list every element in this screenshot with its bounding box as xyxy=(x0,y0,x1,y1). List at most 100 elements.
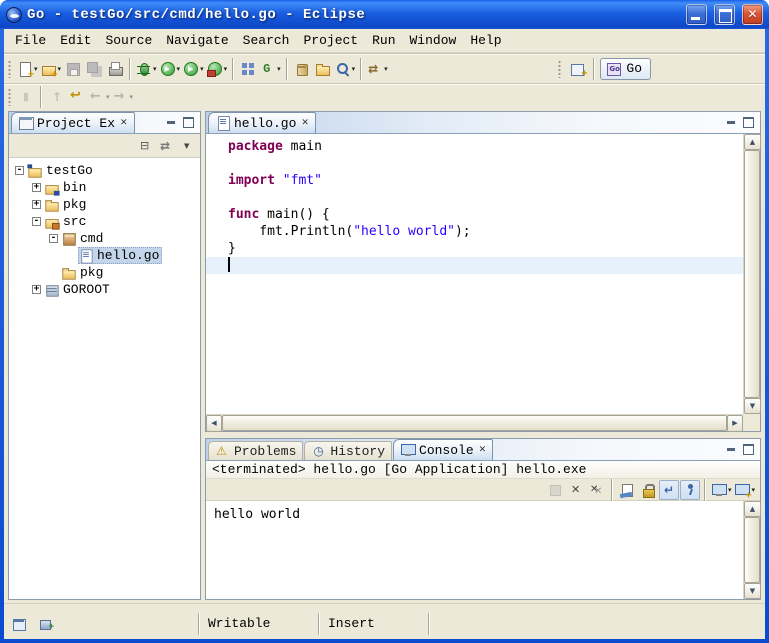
new-go-type-icon[interactable]: ▾ xyxy=(259,57,282,81)
search-icon[interactable]: ▾ xyxy=(334,57,357,81)
scroll-left-icon[interactable]: ◀ xyxy=(206,415,222,432)
menu-item-source[interactable]: Source xyxy=(98,31,159,50)
scrollbar-thumb[interactable] xyxy=(744,517,760,583)
expander-plus-icon[interactable]: + xyxy=(32,285,41,294)
maximize-view-icon[interactable] xyxy=(740,442,757,457)
code-line[interactable]: } xyxy=(206,240,743,257)
toolbar-grip[interactable] xyxy=(8,88,11,106)
tab-hello-go[interactable]: hello.go ✕ xyxy=(208,112,316,133)
last-edit-location-icon[interactable] xyxy=(67,85,87,109)
new-go-package-icon[interactable] xyxy=(238,57,258,81)
close-editor-icon[interactable]: ✕ xyxy=(301,118,309,128)
remove-launch-icon[interactable] xyxy=(566,480,586,500)
code-line[interactable] xyxy=(206,155,743,172)
code-area[interactable]: package main import "fmt" func main() { fm… xyxy=(206,134,743,414)
tree-item-label: testGo xyxy=(43,162,96,179)
menu-item-help[interactable]: Help xyxy=(463,31,508,50)
open-folder-icon[interactable] xyxy=(313,57,333,81)
scroll-right-icon[interactable]: ▶ xyxy=(727,415,743,432)
menu-item-search[interactable]: Search xyxy=(236,31,297,50)
perspective-bar-grip[interactable] xyxy=(558,60,561,78)
tree-item-pkg[interactable]: pkg xyxy=(9,264,200,281)
close-view-icon[interactable]: ✕ xyxy=(479,445,487,455)
editor-horizontal-scrollbar[interactable]: ◀ ▶ xyxy=(206,414,743,431)
menu-item-navigate[interactable]: Navigate xyxy=(159,31,235,50)
expander-plus-icon[interactable]: + xyxy=(32,183,41,192)
debug-icon[interactable]: ▾ xyxy=(135,57,158,81)
pin-console-icon[interactable] xyxy=(680,480,700,500)
close-view-icon[interactable]: ✕ xyxy=(120,118,128,128)
expander-plus-icon[interactable]: + xyxy=(32,200,41,209)
code-line[interactable] xyxy=(206,189,743,206)
go-perspective-button[interactable]: Go xyxy=(600,58,651,80)
scroll-down-icon[interactable]: ▼ xyxy=(744,583,761,599)
scroll-lock-icon[interactable] xyxy=(638,480,658,500)
link-with-editor-icon[interactable] xyxy=(157,134,177,158)
remove-all-launches-icon[interactable] xyxy=(587,480,607,500)
run-icon[interactable]: ▾ xyxy=(159,57,182,81)
external-tools-icon[interactable]: ▾ xyxy=(206,57,229,81)
tree-item-hello-go[interactable]: hello.go xyxy=(9,247,200,264)
titlebar[interactable]: Go - testGo/src/cmd/hello.go - Eclipse xyxy=(0,0,769,29)
tab-problems[interactable]: Problems xyxy=(208,441,303,460)
console-vertical-scrollbar[interactable]: ▲ ▼ xyxy=(743,501,760,599)
fast-view-icon[interactable] xyxy=(10,612,30,636)
tree-item-goroot[interactable]: +GOROOT xyxy=(9,281,200,298)
menu-item-project[interactable]: Project xyxy=(296,31,365,50)
tree-item-testgo[interactable]: - testGo xyxy=(9,162,200,179)
console-tab-strip: ProblemsHistoryConsole✕ xyxy=(208,439,493,460)
tree-item-cmd[interactable]: -cmd xyxy=(9,230,200,247)
tab-history[interactable]: History xyxy=(304,441,392,460)
collapse-all-icon[interactable] xyxy=(136,134,156,158)
toolbar-grip[interactable] xyxy=(8,60,11,78)
menu-item-run[interactable]: Run xyxy=(365,31,402,50)
show-view-icon[interactable] xyxy=(36,612,56,636)
tab-console[interactable]: Console✕ xyxy=(393,439,493,460)
menu-item-file[interactable]: File xyxy=(8,31,53,50)
code-line[interactable]: fmt.Println("hello world"); xyxy=(206,223,743,240)
editor-vertical-scrollbar[interactable]: ▲ ▼ xyxy=(743,134,760,414)
minimize-view-icon[interactable] xyxy=(722,442,739,457)
import-archive-icon[interactable] xyxy=(292,57,312,81)
scroll-up-icon[interactable]: ▲ xyxy=(744,501,761,517)
code-line[interactable]: func main() { xyxy=(206,206,743,223)
expander-minus-icon[interactable]: - xyxy=(15,166,24,175)
scrollbar-thumb[interactable] xyxy=(744,150,760,398)
code-line[interactable] xyxy=(206,257,743,274)
maximize-button[interactable] xyxy=(714,4,735,25)
code-line[interactable]: package main xyxy=(206,138,743,155)
expander-minus-icon[interactable]: - xyxy=(32,217,41,226)
maximize-view-icon[interactable] xyxy=(740,115,757,130)
tree-item-src[interactable]: -src xyxy=(9,213,200,230)
view-menu-icon[interactable] xyxy=(178,134,198,158)
code-line[interactable]: import "fmt" xyxy=(206,172,743,189)
tree-item-bin[interactable]: +bin xyxy=(9,179,200,196)
maximize-view-icon[interactable] xyxy=(180,115,197,130)
tree-item-pkg[interactable]: +pkg xyxy=(9,196,200,213)
open-perspective-button[interactable] xyxy=(568,57,588,81)
new-go-element-icon[interactable]: ▾ xyxy=(40,57,63,81)
open-console-icon[interactable]: ▾ xyxy=(733,480,756,500)
print-icon[interactable] xyxy=(105,57,125,81)
tab-project-explorer[interactable]: Project Ex ✕ xyxy=(11,112,135,133)
scroll-up-icon[interactable]: ▲ xyxy=(744,134,761,150)
display-selected-console-icon[interactable]: ▾ xyxy=(710,480,733,500)
menu-item-window[interactable]: Window xyxy=(403,31,464,50)
new-wizard-icon[interactable]: ▾ xyxy=(16,57,39,81)
minimize-view-icon[interactable] xyxy=(722,115,739,130)
console-output[interactable]: hello world xyxy=(206,501,743,599)
minimize-view-icon[interactable] xyxy=(162,115,179,130)
run-last-launched-icon[interactable]: ▾ xyxy=(182,57,205,81)
perspective-bar: Go xyxy=(556,57,651,81)
menu-item-edit[interactable]: Edit xyxy=(53,31,98,50)
status-bar: Writable Insert xyxy=(4,603,765,639)
team-synchronize-icon[interactable]: ▾ xyxy=(366,57,389,81)
window-content: FileEditSourceNavigateSearchProjectRunWi… xyxy=(4,29,765,639)
expander-minus-icon[interactable]: - xyxy=(49,234,58,243)
scroll-down-icon[interactable]: ▼ xyxy=(744,398,761,414)
scrollbar-thumb[interactable] xyxy=(222,415,727,431)
clear-console-icon[interactable] xyxy=(617,480,637,500)
word-wrap-icon[interactable] xyxy=(659,480,679,500)
close-button[interactable] xyxy=(742,4,763,25)
minimize-button[interactable] xyxy=(686,4,707,25)
